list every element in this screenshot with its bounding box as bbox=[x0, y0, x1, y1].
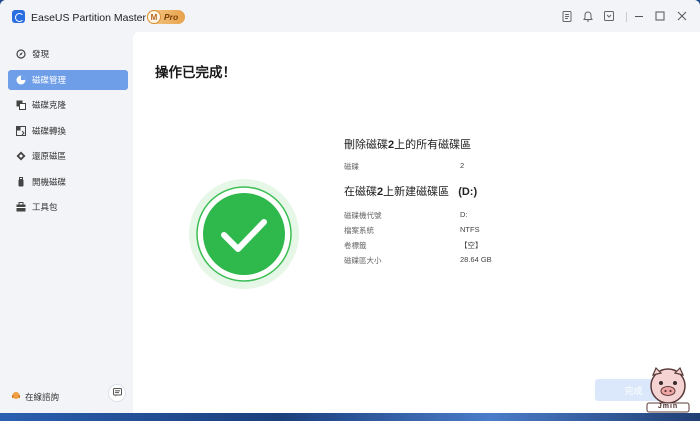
app-logo-icon bbox=[12, 10, 25, 23]
operation-title-drive-letter: (D:) bbox=[458, 186, 478, 198]
sidebar-item-label: 磁碟克隆 bbox=[32, 100, 67, 110]
app-window: EaseUS Partition Master 專業版 M Pro 發現 磁碟管… bbox=[0, 0, 700, 413]
desktop-background bbox=[0, 413, 700, 421]
property-label: 磁碟機代號 bbox=[344, 211, 382, 220]
feedback-button[interactable] bbox=[108, 384, 126, 402]
minimize-icon[interactable] bbox=[633, 11, 644, 22]
pro-badge-letter: M bbox=[147, 10, 161, 24]
operation-title-suffix: 上新建磁碟區 bbox=[383, 186, 450, 198]
bootable-disk-icon bbox=[16, 177, 26, 187]
sidebar-item-label: 還原磁區 bbox=[32, 151, 67, 161]
disk-convert-icon bbox=[16, 126, 26, 136]
title-bar: EaseUS Partition Master 專業版 M Pro bbox=[0, 0, 700, 32]
sidebar-item-disk-clone[interactable]: 磁碟克隆 bbox=[8, 95, 128, 115]
operation-title: 在磁碟2上新建磁碟區 (D:) bbox=[344, 183, 477, 199]
sidebar-item-label: 發現 bbox=[32, 49, 50, 59]
watermark-text: Jmin bbox=[657, 403, 679, 410]
dropdown-menu-icon[interactable] bbox=[603, 11, 614, 22]
main-panel: 操作已完成！ 刪除磁碟2上的所有磁碟區 磁碟 2 在磁碟2上新建磁碟區 (D:)… bbox=[133, 32, 700, 413]
property-value: 28.64 GB bbox=[460, 255, 492, 264]
disk-management-icon bbox=[16, 75, 26, 85]
disk-clone-icon bbox=[16, 100, 26, 110]
feedback-icon bbox=[112, 384, 122, 402]
property-value: 2 bbox=[460, 161, 465, 170]
discover-icon bbox=[16, 49, 26, 59]
pro-badge[interactable]: M Pro bbox=[147, 10, 185, 24]
sidebar-item-partition-recovery[interactable]: 還原磁區 bbox=[8, 146, 128, 166]
sidebar-item-label: 磁碟管理 bbox=[32, 75, 67, 85]
sidebar: 發現 磁碟管理 磁碟克隆 磁碟轉換 還原磁區 開機磁碟 工具包 在線諮詢 bbox=[0, 32, 133, 413]
property-label: 卷標籤 bbox=[344, 241, 367, 250]
sidebar-item-label: 磁碟轉換 bbox=[32, 126, 67, 136]
property-value: NTFS bbox=[460, 225, 480, 234]
sidebar-item-bootable-disk[interactable]: 開機磁碟 bbox=[8, 172, 128, 192]
chat-support-icon bbox=[11, 388, 21, 406]
online-support-link[interactable]: 在線諮詢 bbox=[11, 388, 59, 406]
title-bar-separator bbox=[626, 12, 627, 22]
bell-icon[interactable] bbox=[582, 11, 593, 22]
property-value: 【空】 bbox=[460, 241, 483, 250]
close-icon[interactable] bbox=[676, 11, 687, 22]
sidebar-item-disk-convert[interactable]: 磁碟轉換 bbox=[8, 121, 128, 141]
pro-badge-text: Pro bbox=[164, 12, 179, 22]
operation-title-prefix: 在磁碟 bbox=[344, 186, 377, 198]
operation-title-suffix: 上的所有磁碟區 bbox=[394, 139, 472, 151]
property-label: 檔案系統 bbox=[344, 226, 374, 235]
page-title: 操作已完成！ bbox=[155, 65, 236, 80]
operation-title: 刪除磁碟2上的所有磁碟區 bbox=[344, 136, 471, 152]
sidebar-item-discover[interactable]: 發現 bbox=[8, 44, 128, 64]
sidebar-item-toolkit[interactable]: 工具包 bbox=[8, 197, 128, 217]
sidebar-item-disk-management[interactable]: 磁碟管理 bbox=[8, 70, 128, 90]
sidebar-item-label: 開機磁碟 bbox=[32, 177, 67, 187]
online-support-label: 在線諮詢 bbox=[25, 392, 60, 402]
toolkit-icon bbox=[16, 202, 26, 212]
checkmark-circle-icon bbox=[188, 178, 300, 290]
partition-recovery-icon bbox=[16, 151, 26, 161]
maximize-icon[interactable] bbox=[654, 11, 665, 22]
notes-icon[interactable] bbox=[561, 11, 572, 22]
property-value: D: bbox=[460, 210, 468, 219]
sidebar-item-label: 工具包 bbox=[32, 202, 58, 212]
property-label: 磁碟區大小 bbox=[344, 256, 382, 265]
property-label: 磁碟 bbox=[344, 162, 359, 171]
pig-mascot-icon: Jmin bbox=[642, 366, 694, 413]
operation-title-prefix: 刪除磁碟 bbox=[344, 139, 388, 151]
